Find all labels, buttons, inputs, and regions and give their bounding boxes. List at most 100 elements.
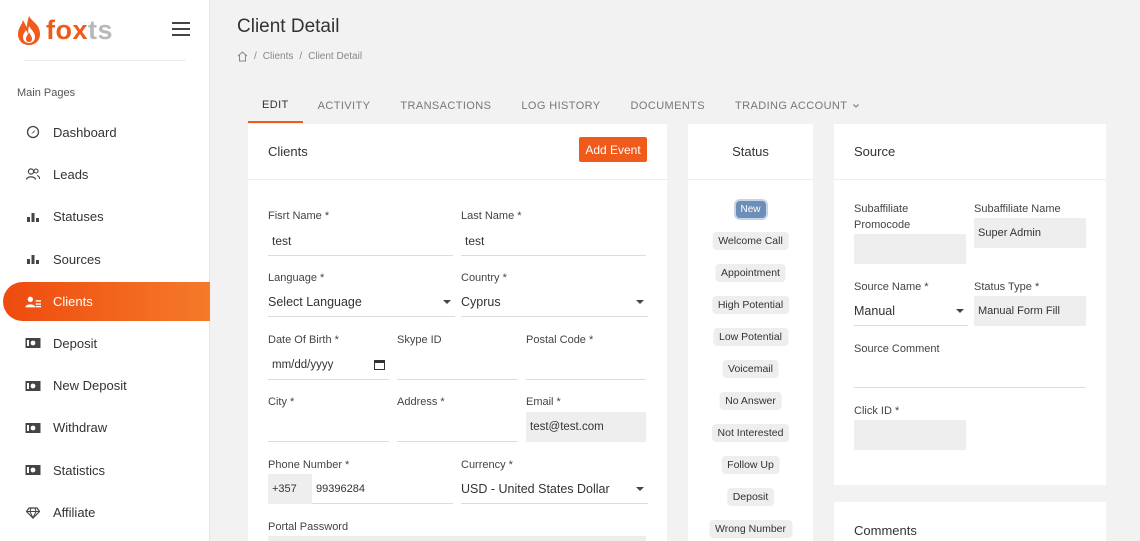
subaffiliate-promocode-field[interactable] bbox=[854, 234, 966, 264]
phone-field[interactable]: 99396284 bbox=[312, 474, 453, 504]
status-voicemail[interactable]: Voicemail bbox=[722, 360, 779, 378]
sidebar-item-label: Leads bbox=[53, 166, 89, 182]
breadcrumb-separator: / bbox=[299, 51, 303, 62]
dob-field[interactable]: mm/dd/yyyy bbox=[268, 350, 389, 380]
country-label: Country * bbox=[461, 272, 507, 284]
sidebar-item-statistics[interactable]: Statistics bbox=[0, 449, 210, 491]
sidebar-item-dashboard[interactable]: Dashboard bbox=[0, 111, 210, 153]
sidebar-item-leads[interactable]: Leads bbox=[0, 153, 210, 195]
bar-chart-icon bbox=[25, 251, 41, 267]
postal-code-field[interactable] bbox=[526, 350, 646, 380]
tab-documents[interactable]: DOCUMENTS bbox=[616, 88, 721, 123]
postal-code-label: Postal Code * bbox=[526, 334, 594, 346]
menu-toggle-icon[interactable] bbox=[172, 22, 190, 36]
status-type-label: Status Type * bbox=[974, 281, 1040, 293]
breadcrumb-clients[interactable]: Clients bbox=[263, 51, 294, 62]
sidebar-divider bbox=[24, 60, 186, 61]
section-label: Main Pages bbox=[17, 87, 76, 99]
source-name-select[interactable]: Manual bbox=[854, 296, 968, 326]
subaffiliate-promocode-label: Subaffiliate Promocode bbox=[854, 203, 911, 231]
last-name-label: Last Name * bbox=[461, 210, 522, 222]
status-high-potential[interactable]: High Potential bbox=[711, 296, 790, 314]
skype-field[interactable] bbox=[397, 350, 518, 380]
add-event-button[interactable]: Add Event bbox=[579, 137, 647, 162]
status-follow-up[interactable]: Follow Up bbox=[721, 456, 780, 474]
status-appointment[interactable]: Appointment bbox=[715, 264, 786, 282]
city-label: City * bbox=[268, 396, 295, 408]
subaffiliate-name-label: Subaffiliate Name bbox=[974, 203, 1061, 215]
flame-logo-icon bbox=[18, 16, 40, 45]
status-wrong-number[interactable]: Wrong Number bbox=[709, 520, 792, 538]
sidebar-item-label: Clients bbox=[53, 294, 93, 310]
sidebar-item-label: Statistics bbox=[53, 462, 106, 478]
click-id-label: Click ID * bbox=[854, 405, 900, 417]
portal-password-field[interactable] bbox=[268, 536, 646, 541]
comments-card: Comments bbox=[834, 502, 1106, 541]
calendar-icon[interactable] bbox=[374, 359, 385, 370]
sidebar-item-label: Deposit bbox=[53, 335, 98, 351]
sidebar-item-deposit[interactable]: Deposit bbox=[0, 322, 210, 364]
logo[interactable]: foxts bbox=[14, 14, 113, 46]
sidebar-item-label: Withdraw bbox=[53, 420, 108, 436]
caret-down-icon bbox=[636, 299, 644, 304]
first-name-label: Fisrt Name * bbox=[268, 210, 330, 222]
source-comment-label: Source Comment bbox=[854, 343, 940, 355]
tab-activity[interactable]: ACTIVITY bbox=[303, 88, 386, 123]
money-icon bbox=[25, 420, 41, 436]
currency-select[interactable]: USD - United States Dollar bbox=[461, 474, 648, 504]
tab-transactions[interactable]: TRANSACTIONS bbox=[385, 88, 506, 123]
email-label: Email * bbox=[526, 396, 561, 408]
subaffiliate-name-field[interactable]: Super Admin bbox=[974, 218, 1086, 248]
sidebar-item-clients[interactable]: Clients bbox=[3, 282, 210, 322]
source-name-value: Manual bbox=[854, 303, 895, 318]
home-icon[interactable] bbox=[237, 51, 248, 62]
sidebar-item-label: Dashboard bbox=[53, 124, 117, 140]
page-title: Client Detail bbox=[237, 16, 340, 37]
country-value: Cyprus bbox=[461, 294, 501, 309]
email-field[interactable]: test@test.com bbox=[526, 412, 646, 442]
sidebar-item-sources[interactable]: Sources bbox=[0, 238, 210, 280]
sidebar-item-affiliate[interactable]: Affiliate bbox=[0, 491, 210, 533]
status-no-answer[interactable]: No Answer bbox=[719, 392, 782, 410]
status-low-potential[interactable]: Low Potential bbox=[712, 328, 789, 346]
status-deposit[interactable]: Deposit bbox=[726, 488, 775, 506]
source-comment-field[interactable] bbox=[854, 358, 1086, 388]
source-card: Source Subaffiliate Promocode Subaffilia… bbox=[834, 124, 1106, 485]
language-value: Select Language bbox=[268, 294, 362, 309]
phone-prefix[interactable]: +357 bbox=[268, 474, 312, 504]
click-id-field[interactable] bbox=[854, 420, 966, 450]
sidebar-item-statuses[interactable]: Statuses bbox=[0, 196, 210, 238]
tab-trading-account[interactable]: TRADING ACCOUNT bbox=[720, 88, 876, 123]
tab-label: TRADING ACCOUNT bbox=[735, 99, 848, 112]
first-name-field[interactable]: test bbox=[268, 226, 453, 256]
dob-placeholder: mm/dd/yyyy bbox=[272, 358, 334, 371]
breadcrumb-current: Client Detail bbox=[308, 51, 363, 62]
status-new[interactable]: New bbox=[735, 201, 766, 218]
last-name-field[interactable]: test bbox=[461, 226, 646, 256]
status-card-title: Status bbox=[688, 124, 813, 180]
brand-name: foxts bbox=[46, 15, 114, 45]
status-not-interested[interactable]: Not Interested bbox=[711, 424, 790, 442]
status-welcome-call[interactable]: Welcome Call bbox=[712, 232, 789, 250]
bar-chart-icon bbox=[25, 209, 41, 225]
currency-value: USD - United States Dollar bbox=[461, 481, 610, 496]
city-field[interactable] bbox=[268, 412, 389, 442]
caret-down-icon bbox=[443, 299, 451, 304]
sidebar-item-withdraw[interactable]: Withdraw bbox=[0, 407, 210, 449]
money-icon bbox=[25, 462, 41, 478]
address-field[interactable] bbox=[397, 412, 518, 442]
status-type-field[interactable]: Manual Form Fill bbox=[974, 296, 1086, 326]
comments-card-title: Comments bbox=[854, 523, 917, 538]
tab-log-history[interactable]: LOG HISTORY bbox=[506, 88, 615, 123]
country-select[interactable]: Cyprus bbox=[461, 287, 648, 317]
dob-label: Date Of Birth * bbox=[268, 334, 339, 346]
sidebar-item-label: Affiliate bbox=[53, 505, 96, 521]
sidebar-item-label: New Deposit bbox=[53, 378, 127, 394]
caret-down-icon bbox=[956, 308, 964, 313]
breadcrumb-separator: / bbox=[254, 51, 257, 62]
sidebar-item-new-deposit[interactable]: New Deposit bbox=[0, 364, 210, 406]
status-card: Status New Welcome Call Appointment High… bbox=[688, 124, 813, 541]
clients-icon bbox=[25, 294, 41, 310]
language-select[interactable]: Select Language bbox=[268, 287, 455, 317]
tab-edit[interactable]: EDIT bbox=[248, 88, 303, 123]
